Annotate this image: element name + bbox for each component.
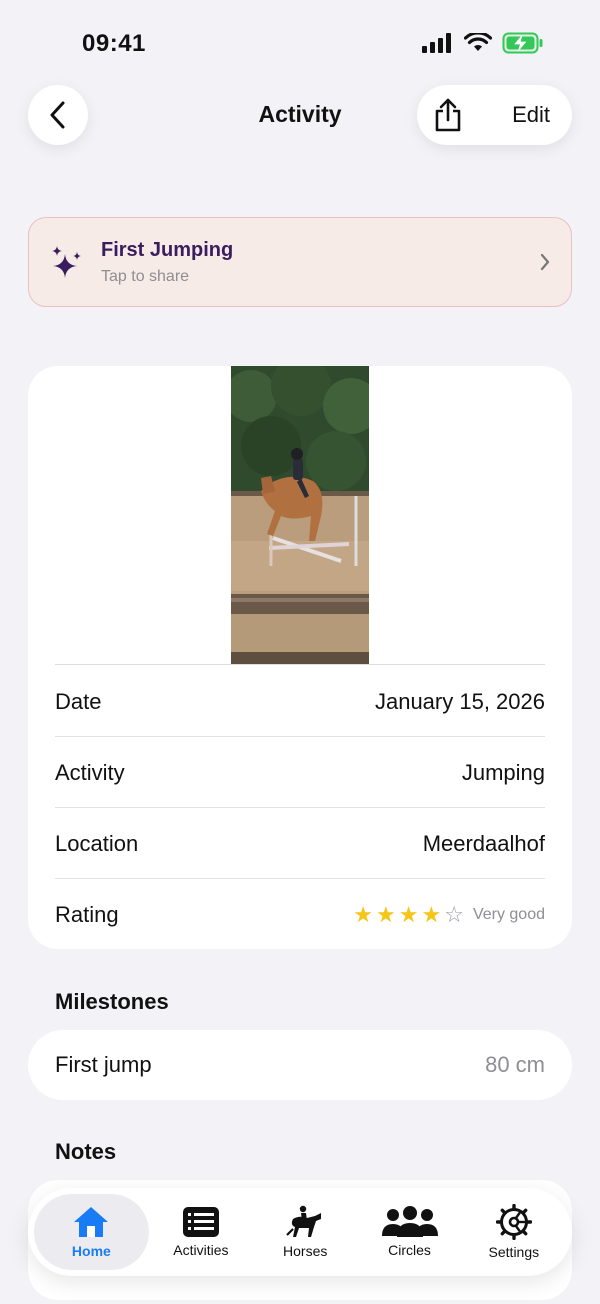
- photo-divider: [55, 664, 545, 665]
- detail-value: Jumping: [461, 759, 545, 785]
- milestone-value: 80 cm: [485, 1052, 545, 1077]
- tab-home[interactable]: Home: [34, 1194, 149, 1270]
- detail-row-activity: Activity Jumping: [55, 737, 545, 808]
- tab-bar: Home Activities Horses Circles Settings: [28, 1188, 572, 1276]
- rating-stars: ★ ★ ★ ★ ☆ Very good: [353, 901, 545, 927]
- house-icon: [74, 1207, 109, 1237]
- detail-label: Rating: [55, 901, 119, 927]
- detail-row-rating: Rating ★ ★ ★ ★ ☆ Very good: [55, 879, 545, 949]
- edit-button[interactable]: Edit: [512, 102, 550, 128]
- tab-label: Circles: [388, 1242, 431, 1258]
- star-icon: ★: [398, 901, 419, 927]
- horse-jumping-photo: [231, 366, 369, 665]
- tab-label: Activities: [173, 1242, 229, 1258]
- tab-horses[interactable]: Horses: [253, 1194, 357, 1270]
- people-icon: [381, 1206, 438, 1237]
- share-icon: [435, 98, 461, 132]
- horse-rider-icon: [286, 1205, 322, 1237]
- star-icon: ★: [376, 901, 396, 927]
- activity-details-card: Date January 15, 2026 Activity Jumping L…: [28, 366, 572, 949]
- detail-label: Location: [55, 830, 139, 856]
- share-banner-subtitle: Tap to share: [101, 267, 190, 285]
- star-icon: ★: [421, 901, 442, 927]
- milestones-heading: Milestones: [55, 989, 169, 1014]
- cellular-signal-icon: [422, 33, 451, 53]
- chevron-right-icon: [540, 253, 550, 271]
- notes-heading: Notes: [55, 1139, 117, 1164]
- tab-label: Horses: [283, 1243, 328, 1259]
- milestone-label: First jump: [55, 1052, 152, 1077]
- sparkles-icon: [52, 246, 81, 278]
- list-icon: [182, 1207, 219, 1237]
- nav-actions: Edit: [417, 85, 572, 145]
- status-time: 09:41: [82, 30, 146, 57]
- star-icon: ★: [353, 901, 373, 927]
- tab-settings[interactable]: Settings: [462, 1194, 566, 1270]
- gear-icon: [495, 1204, 532, 1240]
- status-bar: 09:41: [0, 0, 600, 88]
- detail-value: Meerdaalhof: [422, 830, 545, 856]
- detail-label: Activity: [55, 759, 125, 785]
- detail-row-location: Location Meerdaalhof: [55, 808, 545, 879]
- detail-label: Date: [55, 688, 102, 714]
- tab-circles[interactable]: Circles: [357, 1194, 461, 1270]
- tab-label: Home: [71, 1243, 111, 1259]
- rating-text: Very good: [472, 905, 545, 923]
- detail-value: January 15, 2026: [374, 688, 545, 714]
- activity-photo[interactable]: [231, 366, 369, 665]
- battery-charging-icon: [502, 32, 543, 54]
- tab-label: Settings: [488, 1244, 540, 1260]
- detail-row-date: Date January 15, 2026: [55, 666, 545, 737]
- share-button[interactable]: [433, 98, 463, 132]
- wifi-icon: [464, 33, 492, 51]
- share-banner[interactable]: First Jumping Tap to share: [28, 217, 572, 307]
- tab-activities[interactable]: Activities: [149, 1194, 253, 1270]
- milestone-row[interactable]: First jump 80 cm: [28, 1030, 572, 1100]
- star-icon: ☆: [444, 901, 464, 927]
- share-banner-title: First Jumping: [101, 238, 234, 261]
- status-icons: [422, 32, 544, 54]
